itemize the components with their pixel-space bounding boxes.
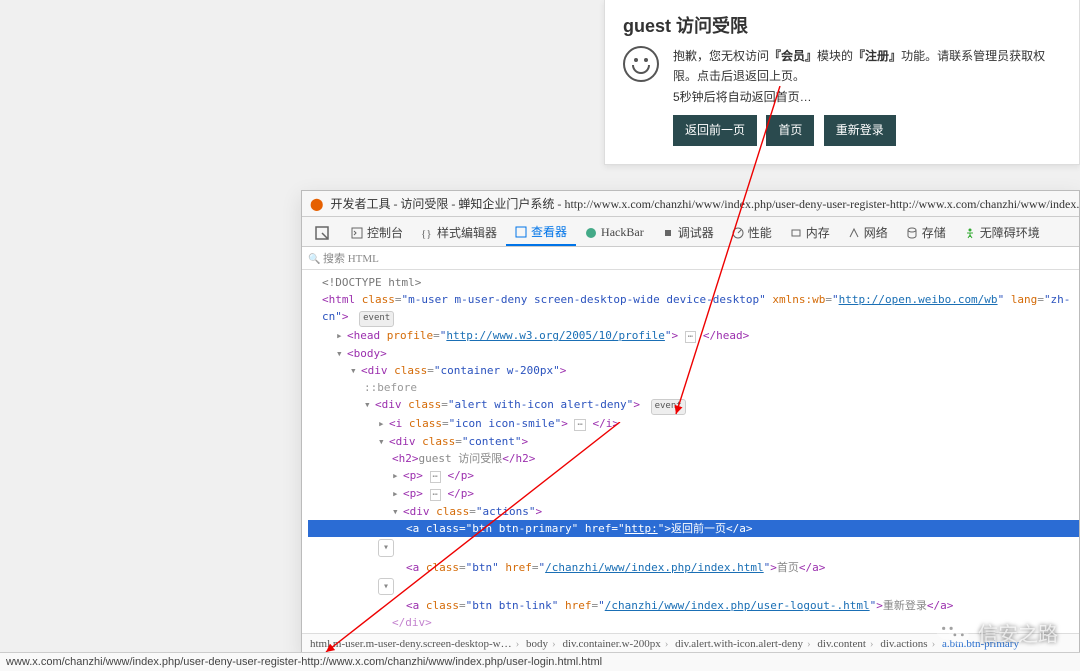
devtools-titlebar: ⬤ 开发者工具 - 访问受限 - 蝉知企业门户系统 - http://www.x… — [302, 191, 1079, 217]
action-buttons: 返回前一页 首页 重新登录 — [673, 115, 1061, 145]
debugger-icon — [662, 227, 674, 239]
deny-message: 抱歉，您无权访问『会员』模块的『注册』功能。请联系管理员获取权限。点击后退返回上… — [673, 46, 1061, 87]
wechat-icon — [936, 619, 970, 647]
tab-picker[interactable] — [306, 222, 342, 244]
dom-tree[interactable]: <!DOCTYPE html> <html class="m-user m-us… — [302, 270, 1079, 633]
countdown-message: 5秒钟后将自动返回首页… — [673, 87, 1061, 107]
relogin-button[interactable]: 重新登录 — [824, 115, 896, 145]
home-button[interactable]: 首页 — [766, 115, 814, 145]
picker-icon — [315, 226, 329, 240]
storage-icon — [906, 227, 918, 239]
firefox-icon: ⬤ — [310, 197, 323, 211]
svg-text:{}: {} — [421, 228, 432, 239]
tab-accessibility[interactable]: 无障碍环境 — [955, 220, 1049, 245]
inspector-icon — [515, 226, 527, 238]
tab-style[interactable]: {} 样式编辑器 — [412, 220, 506, 245]
tab-storage[interactable]: 存储 — [897, 220, 955, 245]
devtools-tabs: 控制台 {} 样式编辑器 查看器 HackBar 调试器 性能 内存 网络 — [302, 217, 1079, 247]
a11y-icon — [964, 227, 976, 239]
hackbar-icon — [585, 227, 597, 239]
access-denied-panel: guest 访问受限 抱歉，您无权访问『会员』模块的『注册』功能。请联系管理员获… — [604, 0, 1080, 165]
network-icon — [848, 227, 860, 239]
console-icon — [351, 227, 363, 239]
back-button[interactable]: 返回前一页 — [673, 115, 757, 145]
tab-hackbar[interactable]: HackBar — [576, 221, 653, 244]
tab-network[interactable]: 网络 — [839, 220, 897, 245]
html-search[interactable]: 搜索 HTML — [302, 247, 1079, 270]
tab-performance[interactable]: 性能 — [723, 220, 781, 245]
tab-console[interactable]: 控制台 — [342, 220, 412, 245]
memory-icon — [790, 227, 802, 239]
tab-inspector[interactable]: 查看器 — [506, 219, 576, 246]
selected-node[interactable]: <a class="btn btn-primary" href="http:">… — [308, 520, 1079, 537]
expand-bubble[interactable]: ▾ — [378, 539, 394, 557]
braces-icon: {} — [421, 227, 433, 239]
status-url: www.x.com/chanzhi/www/index.php/user-den… — [6, 656, 602, 668]
panel-title: guest 访问受限 — [623, 12, 1061, 38]
wechat-watermark: 信安之路 — [936, 618, 1058, 647]
smile-icon — [623, 46, 659, 82]
perf-icon — [732, 227, 744, 239]
tab-memory[interactable]: 内存 — [781, 220, 839, 245]
expand-bubble[interactable]: ▾ — [378, 578, 394, 596]
devtools-window: ⬤ 开发者工具 - 访问受限 - 蝉知企业门户系统 - http://www.x… — [301, 190, 1080, 655]
tab-debugger[interactable]: 调试器 — [653, 220, 723, 245]
status-bar: www.x.com/chanzhi/www/index.php/user-den… — [0, 652, 1080, 671]
